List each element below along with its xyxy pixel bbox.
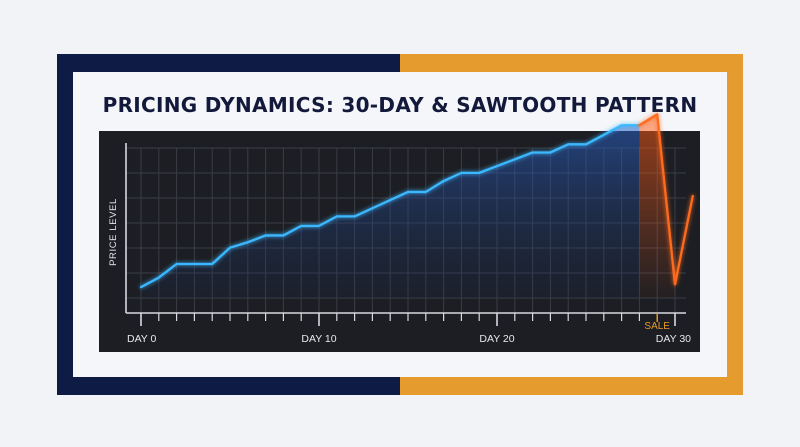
data-point: [603, 134, 605, 136]
data-point: [282, 234, 284, 237]
data-point: [354, 215, 356, 217]
x-ticks: [140, 313, 676, 326]
y-axis-label: PRICE LEVEL: [108, 198, 119, 266]
data-point: [211, 263, 213, 265]
data-point: [549, 151, 552, 154]
data-point: [176, 263, 178, 265]
data-point: [532, 151, 534, 154]
data-point: [514, 158, 516, 160]
data-point: [247, 241, 249, 243]
sale-annotation-label: SALE: [644, 321, 670, 332]
chart-svg: DAY 0 DAY 10 DAY 20 DAY 30SALE PRICE LEVEL: [108, 113, 694, 345]
data-point: [585, 143, 587, 145]
data-point: [656, 113, 658, 115]
x-tick-label: DAY 10: [301, 333, 336, 345]
data-point: [621, 124, 623, 126]
data-point: [425, 191, 427, 193]
x-tick-label: DAY 30: [656, 333, 691, 345]
data-point: [140, 286, 142, 288]
data-point: [158, 277, 160, 279]
x-tick-label: DAY 0: [127, 333, 157, 345]
data-point: [692, 195, 694, 197]
data-point: [265, 234, 267, 237]
data-point: [371, 207, 373, 209]
area-fill: [141, 114, 675, 299]
data-point: [389, 199, 391, 201]
data-point: [567, 143, 569, 145]
data-point: [300, 225, 302, 227]
sale-glow-fill: [639, 114, 675, 299]
data-point: [229, 247, 231, 249]
x-tick-label: DAY 20: [479, 333, 514, 345]
data-point: [336, 215, 338, 217]
data-point: [638, 124, 641, 126]
data-point: [443, 180, 445, 182]
data-point: [460, 172, 462, 174]
data-point: [318, 225, 320, 227]
tick-labels: DAY 0 DAY 10 DAY 20 DAY 30SALE: [127, 321, 691, 345]
data-point: [193, 263, 195, 265]
data-point: [478, 172, 480, 174]
data-point: [407, 191, 409, 193]
data-point: [496, 165, 498, 167]
data-point: [674, 283, 676, 285]
